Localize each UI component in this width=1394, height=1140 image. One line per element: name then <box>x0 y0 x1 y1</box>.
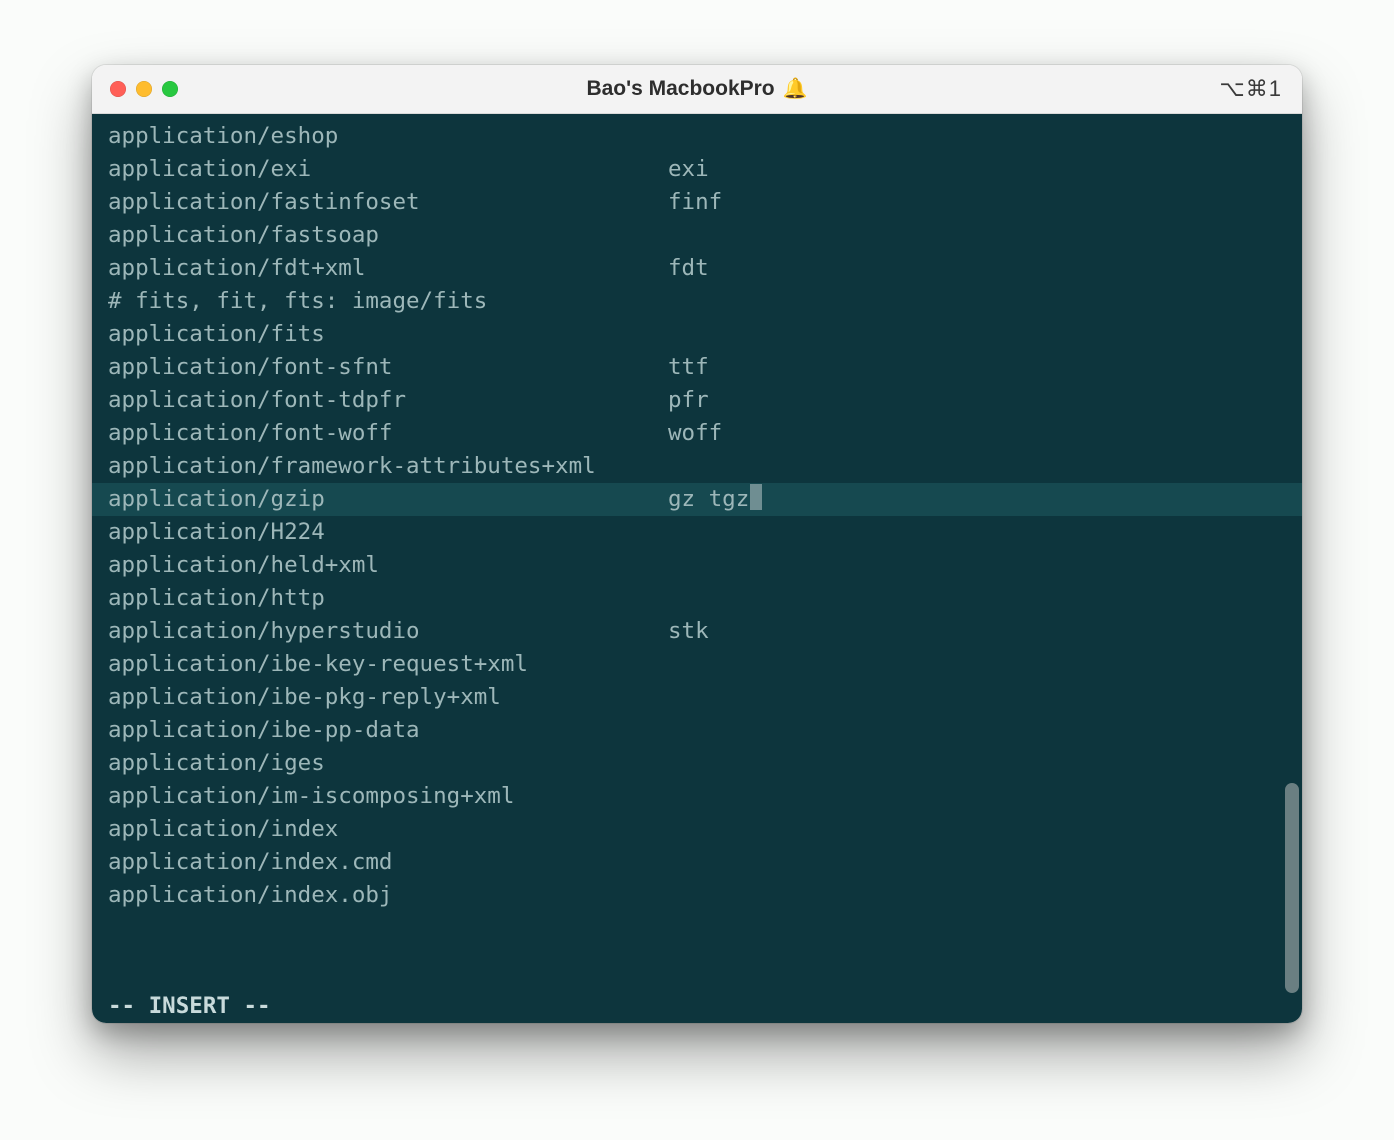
terminal-line[interactable]: application/ibe-pkg-reply+xml <box>92 681 1302 714</box>
mime-type-text: application/fastsoap <box>108 219 668 252</box>
extension-text: ttf <box>668 351 1302 384</box>
mime-type-text: application/gzip <box>108 483 668 516</box>
window-title-text: Bao's MacbookPro <box>586 77 774 101</box>
close-icon[interactable] <box>110 81 126 97</box>
terminal-line[interactable]: application/fits <box>92 318 1302 351</box>
extension-text: exi <box>668 153 1302 186</box>
bell-icon: 🔔 <box>783 79 808 99</box>
terminal-line[interactable]: application/font-tdpfrpfr <box>92 384 1302 417</box>
keyboard-shortcut-label: ⌥⌘1 <box>1219 76 1282 102</box>
mime-type-text: application/ibe-pkg-reply+xml <box>108 681 668 714</box>
mime-type-text: application/fits <box>108 318 668 351</box>
extension-text: gz tgz <box>668 483 1302 516</box>
scrollbar-thumb[interactable] <box>1285 783 1299 993</box>
extension-text: fdt <box>668 252 1302 285</box>
vim-mode-status: -- INSERT -- <box>108 993 271 1019</box>
terminal-line[interactable]: application/index.cmd <box>92 846 1302 879</box>
mime-type-text: application/eshop <box>108 120 668 153</box>
extension-text: pfr <box>668 384 1302 417</box>
terminal-line[interactable]: # fits, fit, fts: image/fits <box>92 285 1302 318</box>
mime-type-text: application/framework-attributes+xml <box>108 450 668 483</box>
scrollbar-track[interactable] <box>1282 114 1300 1023</box>
terminal-line[interactable]: application/iges <box>92 747 1302 780</box>
terminal-line[interactable]: application/hyperstudiostk <box>92 615 1302 648</box>
window-title: Bao's MacbookPro 🔔 <box>586 77 807 101</box>
terminal-line[interactable]: application/gzipgz tgz <box>92 483 1302 516</box>
terminal-line[interactable]: application/font-sfntttf <box>92 351 1302 384</box>
terminal-line[interactable]: application/index <box>92 813 1302 846</box>
terminal-window: Bao's MacbookPro 🔔 ⌥⌘1 application/eshop… <box>92 65 1302 1023</box>
mime-type-text: application/fdt+xml <box>108 252 668 285</box>
mime-type-text: application/index.obj <box>108 879 668 912</box>
terminal-line[interactable]: application/H224 <box>92 516 1302 549</box>
titlebar[interactable]: Bao's MacbookPro 🔔 ⌥⌘1 <box>92 65 1302 114</box>
mime-type-text: application/font-sfnt <box>108 351 668 384</box>
terminal-line[interactable]: application/ibe-key-request+xml <box>92 648 1302 681</box>
mime-type-text: application/hyperstudio <box>108 615 668 648</box>
terminal-line[interactable]: application/eshop <box>92 120 1302 153</box>
mime-type-text: application/held+xml <box>108 549 668 582</box>
extension-text: woff <box>668 417 1302 450</box>
extension-text: finf <box>668 186 1302 219</box>
mime-type-text: application/iges <box>108 747 668 780</box>
mime-type-text: application/ibe-pp-data <box>108 714 668 747</box>
mime-type-text: application/font-tdpfr <box>108 384 668 417</box>
terminal-line[interactable]: application/held+xml <box>92 549 1302 582</box>
terminal-line[interactable]: application/exiexi <box>92 153 1302 186</box>
terminal-line[interactable]: application/index.obj <box>92 879 1302 912</box>
terminal-line[interactable]: application/ibe-pp-data <box>92 714 1302 747</box>
mime-type-text: application/ibe-key-request+xml <box>108 648 668 681</box>
mime-type-text: application/index.cmd <box>108 846 668 879</box>
mime-type-text: application/H224 <box>108 516 668 549</box>
terminal-content[interactable]: application/eshopapplication/exiexiappli… <box>92 120 1302 912</box>
mime-type-text: application/fastinfoset <box>108 186 668 219</box>
mime-type-text: application/exi <box>108 153 668 186</box>
terminal-viewport[interactable]: application/eshopapplication/exiexiappli… <box>92 114 1302 1023</box>
terminal-line[interactable]: application/framework-attributes+xml <box>92 450 1302 483</box>
terminal-line[interactable]: application/fastsoap <box>92 219 1302 252</box>
terminal-line[interactable]: application/font-woffwoff <box>92 417 1302 450</box>
terminal-line[interactable]: application/fastinfosetfinf <box>92 186 1302 219</box>
terminal-line[interactable]: application/http <box>92 582 1302 615</box>
extension-text: stk <box>668 615 1302 648</box>
mime-type-text: application/http <box>108 582 668 615</box>
traffic-lights <box>110 81 178 97</box>
terminal-line[interactable]: application/fdt+xmlfdt <box>92 252 1302 285</box>
mime-type-text: application/im-iscomposing+xml <box>108 780 668 813</box>
minimize-icon[interactable] <box>136 81 152 97</box>
terminal-line[interactable]: application/im-iscomposing+xml <box>92 780 1302 813</box>
mime-type-text: application/font-woff <box>108 417 668 450</box>
zoom-icon[interactable] <box>162 81 178 97</box>
text-cursor <box>750 484 762 510</box>
mime-type-text: # fits, fit, fts: image/fits <box>108 285 668 318</box>
mime-type-text: application/index <box>108 813 668 846</box>
